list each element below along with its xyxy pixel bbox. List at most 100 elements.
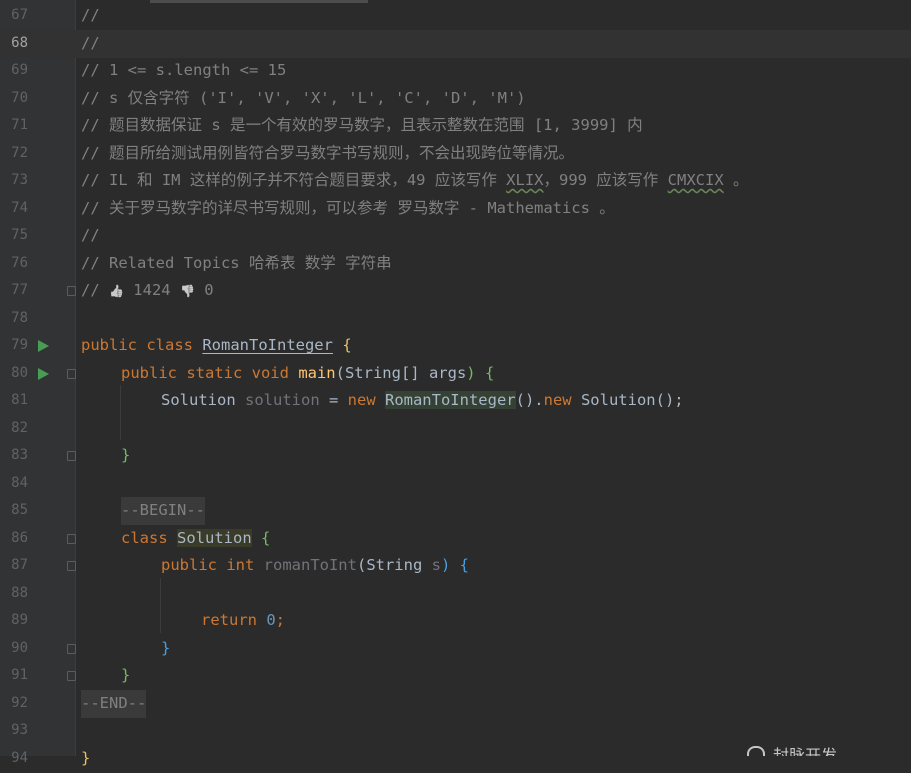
line-number: 92 bbox=[11, 695, 28, 711]
code-line[interactable]: 80 public static void main(String[] args… bbox=[0, 360, 911, 388]
comment: // IL 和 IM 这样的例子并不符合题目要求，49 应该写作 XLIX，99… bbox=[81, 167, 749, 195]
line-number: 80 bbox=[11, 365, 28, 381]
code-line[interactable]: 92 --END-- bbox=[0, 690, 911, 718]
code-line[interactable]: 85 --BEGIN-- bbox=[0, 497, 911, 525]
line-number: 70 bbox=[11, 90, 28, 106]
fold-start-icon[interactable] bbox=[67, 561, 76, 571]
fold-end-icon[interactable] bbox=[67, 286, 76, 296]
number: 0 bbox=[266, 611, 276, 629]
line-number: 81 bbox=[11, 392, 28, 408]
comment: // bbox=[81, 6, 100, 24]
code-line[interactable]: 90 } bbox=[0, 635, 911, 663]
code-line[interactable]: 71 // 题目数据保证 s 是一个有效的罗马数字，且表示整数在范围 [1, 3… bbox=[0, 112, 911, 140]
line-number: 85 bbox=[11, 502, 28, 518]
fold-start-icon[interactable] bbox=[67, 369, 76, 379]
method-name: main bbox=[298, 364, 336, 382]
code-line[interactable]: 74 // 关于罗马数字的详尽书写规则，可以参考 罗马数字 - Mathemat… bbox=[0, 195, 911, 223]
params: (String bbox=[356, 556, 432, 574]
operator: = bbox=[319, 391, 348, 409]
code-line[interactable]: 82 bbox=[0, 415, 911, 443]
comment-text: // IL 和 IM 这样的例子并不符合题目要求，49 应该写作 bbox=[81, 171, 507, 189]
brace: } bbox=[121, 666, 131, 684]
brace: } bbox=[81, 749, 91, 767]
comment-text: // bbox=[81, 281, 109, 299]
line-number: 72 bbox=[11, 145, 28, 161]
line-number: 90 bbox=[11, 640, 28, 656]
run-main-icon[interactable] bbox=[38, 368, 49, 380]
code-line-current[interactable]: 68 // bbox=[0, 30, 911, 58]
keyword: public class bbox=[81, 336, 203, 354]
code-line[interactable]: 70 // s 仅含字符 ('I', 'V', 'X', 'L', 'C', '… bbox=[0, 85, 911, 113]
line-number: 94 bbox=[11, 750, 28, 766]
code-line[interactable]: 78 bbox=[0, 305, 911, 333]
fold-end-icon[interactable] bbox=[67, 671, 76, 681]
code-line[interactable]: 88 bbox=[0, 580, 911, 608]
run-class-icon[interactable] bbox=[38, 340, 49, 352]
line-number: 89 bbox=[11, 612, 28, 628]
keyword: new bbox=[347, 391, 385, 409]
line-number: 82 bbox=[11, 420, 28, 436]
code-line[interactable]: 93 bbox=[0, 717, 911, 745]
code-line[interactable]: 76 // Related Topics 哈希表 数学 字符串 bbox=[0, 250, 911, 278]
keyword: public static void bbox=[121, 364, 299, 382]
comment: // Related Topics 哈希表 数学 字符串 bbox=[81, 254, 392, 272]
params: (String[] bbox=[335, 364, 429, 382]
comment: // 题目所给测试用例皆符合罗马数字书写规则，不会出现跨位等情况。 bbox=[81, 144, 574, 162]
line-number: 74 bbox=[11, 200, 28, 216]
comment: // bbox=[81, 226, 100, 244]
fold-start-icon[interactable] bbox=[67, 534, 76, 544]
code-line[interactable]: 83 } bbox=[0, 442, 911, 470]
code-line[interactable]: 87 public int romanToInt(String s) { bbox=[0, 552, 911, 580]
comment-roman: XLIX bbox=[506, 171, 544, 189]
code-line[interactable]: 73 // IL 和 IM 这样的例子并不符合题目要求，49 应该写作 XLIX… bbox=[0, 167, 911, 195]
code-line[interactable]: 75 // bbox=[0, 222, 911, 250]
code-line[interactable]: 77 // 👍 1424 👎 0 bbox=[0, 277, 911, 305]
line-number: 88 bbox=[11, 585, 28, 601]
brace: { bbox=[251, 529, 271, 547]
code-line[interactable]: 81 Solution solution = new RomanToIntege… bbox=[0, 387, 911, 415]
line-number: 68 bbox=[11, 35, 28, 51]
class-name: Solution bbox=[177, 529, 252, 547]
keyword: new bbox=[543, 391, 572, 409]
line-number: 76 bbox=[11, 255, 28, 271]
code-line[interactable]: 79 public class RomanToInteger { bbox=[0, 332, 911, 360]
class-declaration: public class RomanToInteger { bbox=[81, 332, 352, 360]
code-line[interactable]: 91 } bbox=[0, 662, 911, 690]
comment: // 👍 1424 👎 0 bbox=[81, 277, 214, 306]
comment-text: 。 bbox=[723, 171, 749, 189]
brace: { bbox=[332, 336, 352, 354]
call: Solution(); bbox=[571, 391, 684, 409]
keyword: return bbox=[201, 611, 267, 629]
code-line[interactable]: 69 // 1 <= s.length <= 15 bbox=[0, 57, 911, 85]
fold-end-icon[interactable] bbox=[67, 451, 76, 461]
comment: // 1 <= s.length <= 15 bbox=[81, 61, 287, 79]
type: Solution bbox=[161, 391, 245, 409]
watermark: 封脉开发 bbox=[747, 742, 887, 756]
keyword: class bbox=[121, 529, 177, 547]
line-number: 75 bbox=[11, 227, 28, 243]
code-line[interactable]: 86 class Solution { bbox=[0, 525, 911, 553]
brace: } bbox=[121, 446, 131, 464]
end-marker: --END-- bbox=[81, 690, 147, 718]
method-name: romanToInt bbox=[263, 556, 357, 574]
line-number: 71 bbox=[11, 117, 28, 133]
line-number: 73 bbox=[11, 172, 28, 188]
code-line[interactable]: 72 // 题目所给测试用例皆符合罗马数字书写规则，不会出现跨位等情况。 bbox=[0, 140, 911, 168]
param-name: s bbox=[431, 556, 441, 574]
code-line[interactable]: 84 bbox=[0, 470, 911, 498]
line-number: 86 bbox=[11, 530, 28, 546]
line-number: 84 bbox=[11, 475, 28, 491]
keyword: public int bbox=[161, 556, 264, 574]
fold-end-icon[interactable] bbox=[67, 644, 76, 654]
code-line[interactable]: 89 return 0; bbox=[0, 607, 911, 635]
param-name: args bbox=[428, 364, 467, 382]
comment: // 关于罗马数字的详尽书写规则，可以参考 罗马数字 - Mathematics… bbox=[81, 199, 615, 217]
line-number: 79 bbox=[11, 337, 28, 353]
code-line[interactable]: 67 // bbox=[0, 2, 911, 30]
code-editor[interactable]: 67 // 68 // 69 // 1 <= s.length <= 15 70… bbox=[0, 0, 911, 767]
dislikes-count: 0 bbox=[194, 281, 214, 299]
method-declaration: public static void main(String[] args) { bbox=[121, 360, 494, 388]
thumb-up-icon: 👍 bbox=[109, 284, 124, 298]
class-name: RomanToInteger bbox=[202, 336, 333, 354]
begin-marker: --BEGIN-- bbox=[121, 497, 205, 525]
